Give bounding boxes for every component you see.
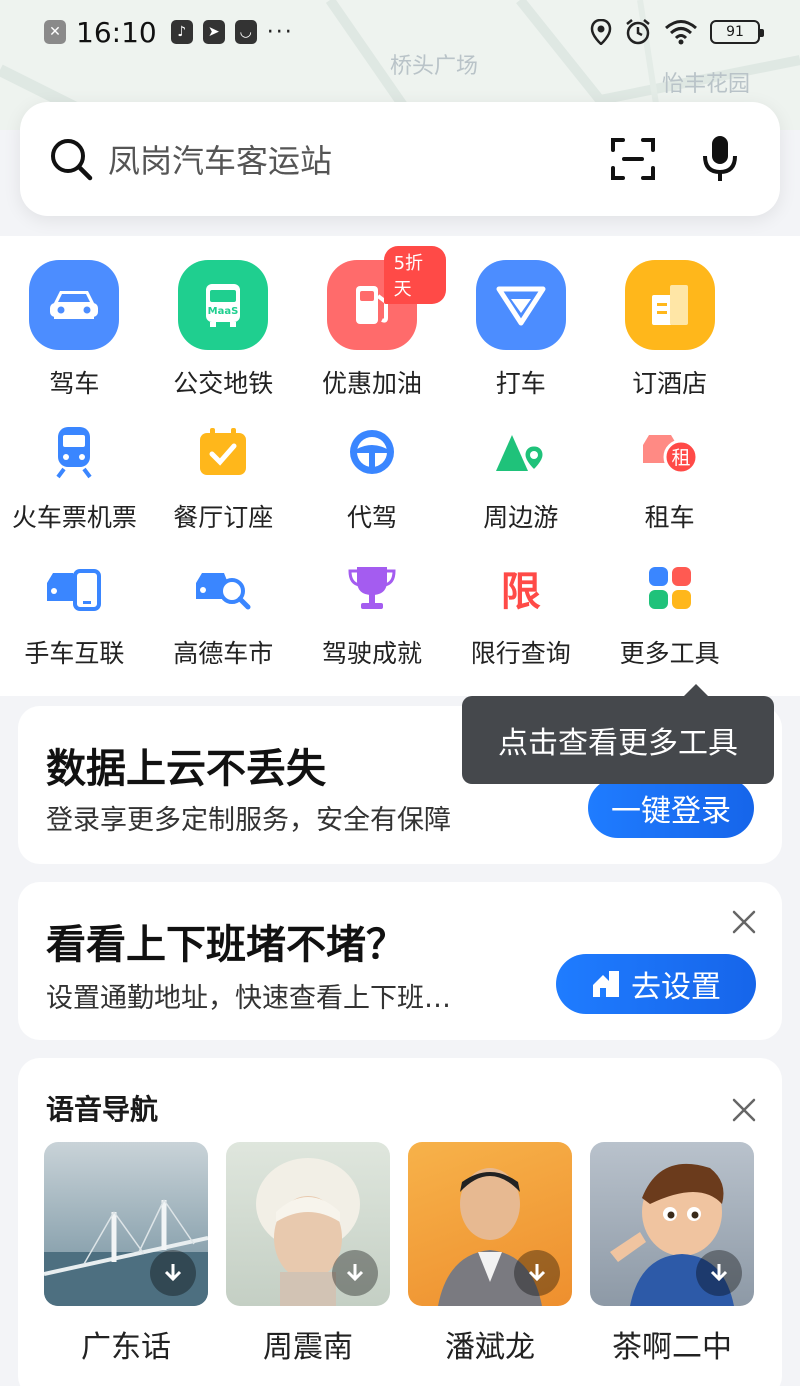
search-bar[interactable]: 凤岗汽车客运站 xyxy=(20,102,780,216)
tool-label: 打车 xyxy=(495,369,546,398)
tool-label: 高德车市 xyxy=(173,639,274,668)
car-search-icon xyxy=(193,558,253,618)
train-icon xyxy=(44,422,104,482)
hotel-icon xyxy=(624,260,715,350)
more-notifications-icon: ··· xyxy=(266,19,294,45)
portrait-image xyxy=(408,1142,572,1306)
download-icon[interactable] xyxy=(150,1250,196,1296)
status-time: 16:10 xyxy=(76,15,157,49)
car-rental-icon: 租 xyxy=(640,422,700,482)
promo-badge: 5折天 xyxy=(383,246,447,304)
login-card-title: 数据上云不丢失 xyxy=(46,746,326,792)
mountain-pin-icon xyxy=(491,422,551,482)
restriction-icon: 限 xyxy=(500,569,541,615)
home-building-icon xyxy=(593,971,619,997)
tiktok-icon: ♪ xyxy=(170,20,193,44)
calendar-check-icon xyxy=(193,422,253,482)
portrait-image xyxy=(226,1142,390,1306)
tool-label: 代驾 xyxy=(346,503,397,532)
voice-pack-item[interactable]: 潘斌龙 xyxy=(408,1142,572,1366)
more-tools-tooltip: 点击查看更多工具 xyxy=(462,684,774,784)
one-click-login-button[interactable]: 一键登录 xyxy=(588,778,754,838)
voice-pack-list: 广东话 周震南 潘斌龙 茶啊二中 xyxy=(44,1142,754,1366)
map-label: 怡丰花园 xyxy=(662,72,751,97)
status-bar: ✕ 16:10 ♪ ➤ ◡ ··· 91 xyxy=(0,0,800,64)
taxi-icon xyxy=(475,260,566,350)
tool-restaurant[interactable]: 餐厅订座 xyxy=(149,422,298,534)
tool-label: 限行查询 xyxy=(470,639,571,668)
tool-label: 手车互联 xyxy=(24,639,125,668)
location-icon xyxy=(590,19,612,45)
login-card-subtitle: 登录享更多定制服务，安全有保障 xyxy=(46,805,451,836)
microphone-icon[interactable] xyxy=(700,134,740,184)
car-icon xyxy=(29,260,120,350)
voice-pack-name: 广东话 xyxy=(81,1330,171,1365)
svg-text:MaaS: MaaS xyxy=(208,306,239,317)
commute-card-title: 看看上下班堵不堵？ xyxy=(46,922,406,968)
scan-icon[interactable] xyxy=(610,136,656,182)
bridge-image xyxy=(44,1142,208,1306)
tool-label: 驾驶成就 xyxy=(321,639,422,668)
tools-grid: 驾车 MaaS 公交地铁 5折天 优惠加油 打车 订酒店 火车票机票 餐厅订座 … xyxy=(0,236,800,696)
tool-label: 周边游 xyxy=(483,503,559,532)
tool-label: 更多工具 xyxy=(619,639,720,668)
tool-label: 优惠加油 xyxy=(321,369,422,398)
tool-drive[interactable]: 驾车 xyxy=(0,260,149,400)
close-icon[interactable] xyxy=(730,908,758,936)
close-icon[interactable] xyxy=(730,1096,758,1124)
svg-text:租: 租 xyxy=(671,447,690,469)
tool-label: 订酒店 xyxy=(632,369,708,398)
download-icon[interactable] xyxy=(696,1250,742,1296)
tool-transit[interactable]: MaaS 公交地铁 xyxy=(149,260,298,400)
message-icon: ◡ xyxy=(234,20,257,44)
download-icon[interactable] xyxy=(332,1250,378,1296)
tool-label: 餐厅订座 xyxy=(173,503,274,532)
telegram-icon: ➤ xyxy=(202,20,225,44)
bus-icon: MaaS xyxy=(178,260,269,350)
tool-label: 火车票机票 xyxy=(11,503,137,532)
search-icon xyxy=(51,139,93,181)
tool-taxi[interactable]: 打车 xyxy=(446,260,595,400)
tool-label: 公交地铁 xyxy=(173,369,274,398)
tool-phone-car-link[interactable]: 手车互联 xyxy=(0,558,149,670)
tool-car-market[interactable]: 高德车市 xyxy=(149,558,298,670)
battery-indicator: 91 xyxy=(710,20,764,44)
set-commute-button[interactable]: 去设置 xyxy=(556,954,756,1014)
tool-fuel[interactable]: 5折天 优惠加油 xyxy=(298,246,447,400)
steering-wheel-icon xyxy=(342,422,402,482)
voice-pack-item[interactable]: 周震南 xyxy=(226,1142,390,1366)
voice-pack-name: 茶啊二中 xyxy=(612,1330,732,1365)
voice-pack-name: 周震南 xyxy=(263,1330,353,1365)
grid-icon xyxy=(640,558,700,618)
alarm-icon xyxy=(626,19,650,45)
voice-pack-item[interactable]: 茶啊二中 xyxy=(590,1142,754,1366)
tool-nearby-travel[interactable]: 周边游 xyxy=(446,422,595,534)
tool-chauffeur[interactable]: 代驾 xyxy=(298,422,447,534)
tool-label: 租车 xyxy=(644,503,695,532)
trophy-icon xyxy=(342,558,402,618)
tool-traffic-restriction[interactable]: 限 限行查询 xyxy=(446,558,595,670)
voice-navigation-card: 语音导航 广东话 周震南 潘斌龙 茶啊二中 xyxy=(18,1058,782,1386)
commute-card-subtitle: 设置通勤地址，快速查看上下班… xyxy=(46,983,451,1014)
tool-car-rental[interactable]: 租 租车 xyxy=(595,422,744,534)
tool-label: 驾车 xyxy=(49,369,100,398)
search-input[interactable]: 凤岗汽车客运站 xyxy=(108,136,610,182)
tool-driving-achievement[interactable]: 驾驶成就 xyxy=(298,558,447,670)
notification-close-icon: ✕ xyxy=(44,20,66,44)
tool-more-tools[interactable]: 更多工具 xyxy=(595,558,744,670)
tool-hotel[interactable]: 订酒店 xyxy=(595,260,744,400)
tool-train-flight[interactable]: 火车票机票 xyxy=(0,422,149,534)
set-commute-button-label: 去设置 xyxy=(631,970,721,1005)
commute-card: 看看上下班堵不堵？ 设置通勤地址，快速查看上下班… 去设置 xyxy=(18,882,782,1040)
voice-navigation-title: 语音导航 xyxy=(46,1093,159,1126)
download-icon[interactable] xyxy=(514,1250,560,1296)
voice-pack-item[interactable]: 广东话 xyxy=(44,1142,208,1366)
cartoon-image xyxy=(590,1142,754,1306)
wifi-icon xyxy=(665,20,697,45)
voice-pack-name: 潘斌龙 xyxy=(445,1330,535,1365)
phone-car-icon xyxy=(44,558,104,618)
